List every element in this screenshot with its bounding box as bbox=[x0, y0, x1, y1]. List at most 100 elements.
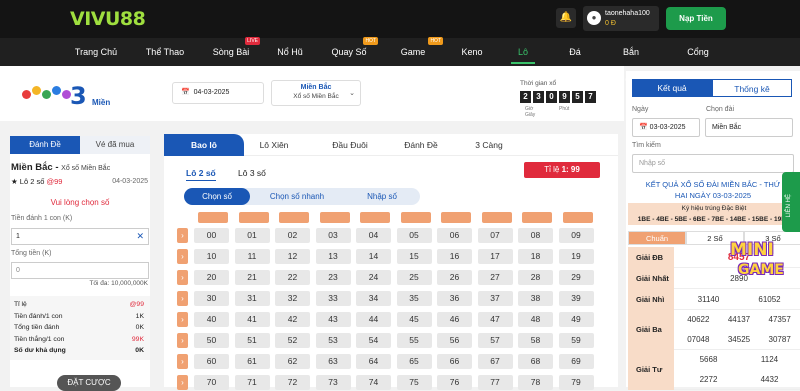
number-cell[interactable]: 09 bbox=[558, 228, 594, 243]
number-cell[interactable]: 06 bbox=[437, 228, 472, 243]
number-cell[interactable]: 00 bbox=[194, 228, 229, 243]
number-cell[interactable]: 65 bbox=[396, 354, 432, 369]
tab-3-càng[interactable]: 3 Càng bbox=[464, 134, 514, 156]
contact-tab[interactable]: LIÊN HỆ bbox=[782, 172, 800, 232]
number-cell[interactable]: 26 bbox=[437, 270, 472, 285]
number-cell[interactable]: 31 bbox=[234, 291, 270, 306]
number-cell[interactable]: 07 bbox=[477, 228, 513, 243]
number-cell[interactable]: 13 bbox=[315, 249, 351, 264]
tab-đầu-đuôi[interactable]: Đầu Đuôi bbox=[314, 134, 386, 156]
number-cell[interactable]: 29 bbox=[558, 270, 594, 285]
row-select-arrow[interactable]: › bbox=[177, 333, 188, 348]
row-select-arrow[interactable]: › bbox=[177, 291, 188, 306]
number-cell[interactable]: 12 bbox=[275, 249, 310, 264]
tab-results[interactable]: Kết quả bbox=[632, 79, 712, 97]
tab-stats[interactable]: Thống kê bbox=[712, 79, 792, 97]
search-input[interactable]: Nhập số bbox=[632, 154, 794, 173]
number-cell[interactable]: 39 bbox=[558, 291, 594, 306]
number-cell[interactable]: 77 bbox=[477, 375, 513, 390]
per-bet-input[interactable]: 1 ✕ bbox=[11, 228, 149, 245]
nav-trang-chủ[interactable]: Trang Chủ bbox=[74, 38, 118, 66]
nav-bắn-cá[interactable]: Bắn Cá bbox=[616, 38, 646, 85]
nav-keno[interactable]: Keno bbox=[461, 38, 483, 66]
number-cell[interactable]: 72 bbox=[275, 375, 310, 390]
number-cell[interactable]: 49 bbox=[558, 312, 594, 327]
number-cell[interactable]: 20 bbox=[194, 270, 229, 285]
row-select-arrow[interactable]: › bbox=[177, 354, 188, 369]
number-cell[interactable]: 59 bbox=[558, 333, 594, 348]
row-select-arrow[interactable]: › bbox=[177, 312, 188, 327]
number-cell[interactable]: 76 bbox=[437, 375, 472, 390]
number-cell[interactable]: 53 bbox=[315, 333, 351, 348]
number-cell[interactable]: 51 bbox=[234, 333, 270, 348]
number-cell[interactable]: 73 bbox=[315, 375, 351, 390]
mode-nhập-số[interactable]: Nhập số bbox=[344, 188, 420, 205]
number-cell[interactable]: 21 bbox=[234, 270, 270, 285]
number-cell[interactable]: 10 bbox=[194, 249, 229, 264]
number-cell[interactable]: 52 bbox=[275, 333, 310, 348]
number-cell[interactable]: 15 bbox=[396, 249, 432, 264]
column-select-tab[interactable] bbox=[481, 212, 512, 223]
row-select-arrow[interactable]: › bbox=[177, 270, 188, 285]
column-select-tab[interactable] bbox=[238, 212, 269, 223]
number-cell[interactable]: 56 bbox=[437, 333, 472, 348]
number-cell[interactable]: 05 bbox=[396, 228, 432, 243]
number-cell[interactable]: 08 bbox=[518, 228, 553, 243]
number-cell[interactable]: 19 bbox=[558, 249, 594, 264]
tab-lô-xiên[interactable]: Lô Xiên bbox=[244, 134, 304, 156]
station-select[interactable]: Miền Bắc bbox=[705, 118, 793, 137]
number-cell[interactable]: 18 bbox=[518, 249, 553, 264]
nav-đá-gà[interactable]: Đá Gà bbox=[563, 38, 587, 85]
deposit-button[interactable]: Nạp Tiền bbox=[666, 7, 726, 30]
number-cell[interactable]: 68 bbox=[518, 354, 553, 369]
number-cell[interactable]: 32 bbox=[275, 291, 310, 306]
number-cell[interactable]: 69 bbox=[558, 354, 594, 369]
number-cell[interactable]: 47 bbox=[477, 312, 513, 327]
number-cell[interactable]: 79 bbox=[558, 375, 594, 390]
number-cell[interactable]: 63 bbox=[315, 354, 351, 369]
row-select-arrow[interactable]: › bbox=[177, 375, 188, 390]
number-cell[interactable]: 27 bbox=[477, 270, 513, 285]
number-cell[interactable]: 36 bbox=[437, 291, 472, 306]
number-cell[interactable]: 74 bbox=[356, 375, 391, 390]
number-cell[interactable]: 66 bbox=[437, 354, 472, 369]
number-cell[interactable]: 67 bbox=[477, 354, 513, 369]
number-cell[interactable]: 38 bbox=[518, 291, 553, 306]
date-picker[interactable]: 📅 04-03-2025 bbox=[172, 82, 264, 104]
number-cell[interactable]: 61 bbox=[234, 354, 270, 369]
number-cell[interactable]: 70 bbox=[194, 375, 229, 390]
number-cell[interactable]: 57 bbox=[477, 333, 513, 348]
number-cell[interactable]: 28 bbox=[518, 270, 553, 285]
results-date-picker[interactable]: 📅 03-03-2025 bbox=[632, 118, 700, 137]
bell-icon[interactable]: 🔔 bbox=[556, 8, 576, 28]
mode-chọn-số[interactable]: Chọn số bbox=[184, 188, 250, 205]
total-input[interactable]: 0 bbox=[11, 262, 149, 279]
mini-game-button[interactable]: MINI GAME bbox=[730, 240, 788, 288]
number-cell[interactable]: 55 bbox=[396, 333, 432, 348]
tab-đánh-đề[interactable]: Đánh Đề bbox=[386, 134, 456, 156]
number-cell[interactable]: 40 bbox=[194, 312, 229, 327]
column-select-tab[interactable] bbox=[360, 212, 390, 223]
number-cell[interactable]: 48 bbox=[518, 312, 553, 327]
number-cell[interactable]: 22 bbox=[275, 270, 310, 285]
number-cell[interactable]: 11 bbox=[234, 249, 270, 264]
result-mode-0[interactable]: Chuẩn bbox=[628, 231, 686, 245]
number-cell[interactable]: 78 bbox=[518, 375, 553, 390]
number-cell[interactable]: 03 bbox=[315, 228, 351, 243]
number-cell[interactable]: 50 bbox=[194, 333, 229, 348]
column-select-tab[interactable] bbox=[562, 212, 593, 223]
column-select-tab[interactable] bbox=[441, 212, 471, 223]
number-cell[interactable]: 33 bbox=[315, 291, 351, 306]
region-select[interactable]: Miền Bắc Xổ số Miền Bắc ⌄ bbox=[271, 80, 361, 106]
nav-cổng-game[interactable]: Cổng Game bbox=[674, 38, 722, 85]
row-select-arrow[interactable]: › bbox=[177, 228, 188, 243]
nav-game-bài[interactable]: Game BàiHOT bbox=[393, 37, 443, 85]
number-cell[interactable]: 34 bbox=[356, 291, 391, 306]
user-account[interactable]: ● taonehaha100 0 Đ bbox=[583, 6, 659, 31]
nav-nổ-hũ[interactable]: Nổ Hũ bbox=[277, 38, 303, 66]
number-cell[interactable]: 60 bbox=[194, 354, 229, 369]
column-select-tab[interactable] bbox=[319, 212, 350, 223]
number-cell[interactable]: 62 bbox=[275, 354, 310, 369]
number-cell[interactable]: 23 bbox=[315, 270, 351, 285]
number-cell[interactable]: 37 bbox=[477, 291, 513, 306]
